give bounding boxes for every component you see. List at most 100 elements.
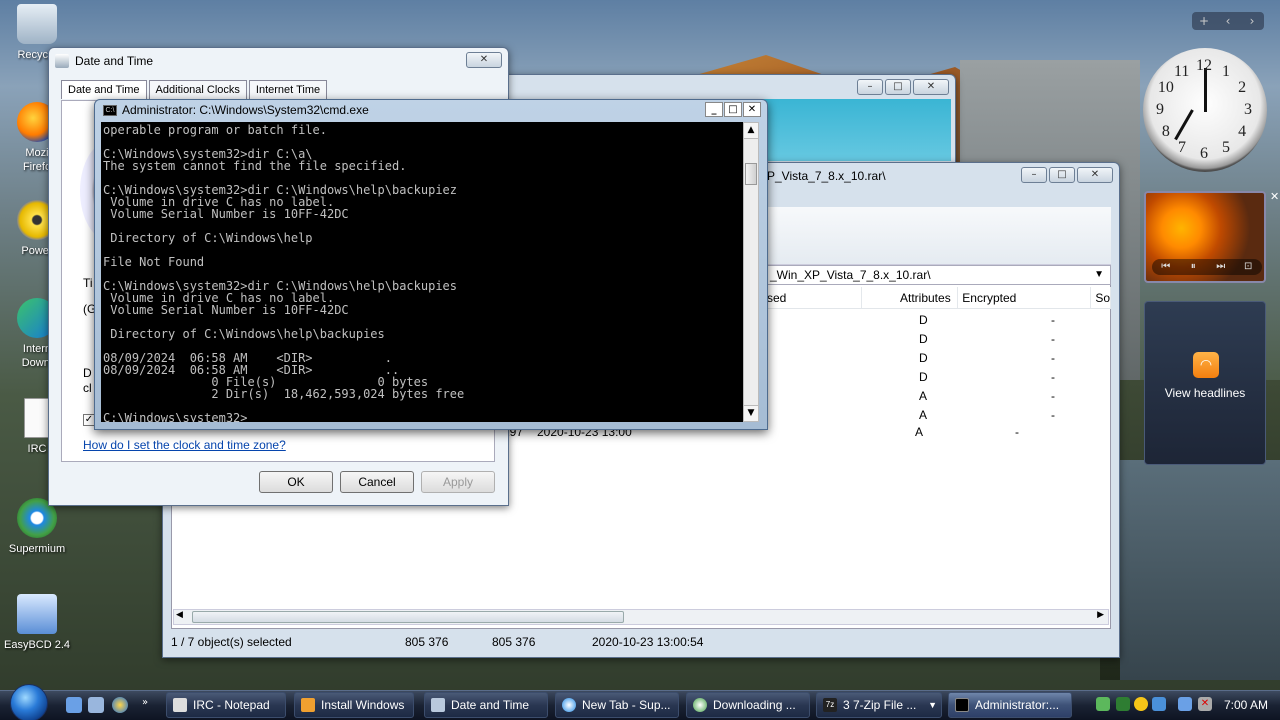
start-button[interactable]: [10, 684, 48, 720]
next-icon[interactable]: ›: [1240, 12, 1264, 30]
encrypted-cell: -: [1051, 370, 1055, 384]
apply-button[interactable]: Apply: [421, 471, 495, 493]
taskbar-button-downloading[interactable]: Downloading ...: [686, 692, 810, 718]
next-slide-icon[interactable]: ⏭: [1207, 259, 1235, 275]
pause-icon[interactable]: ⏸: [1180, 259, 1208, 275]
close-button[interactable]: ✕: [466, 52, 502, 68]
encrypted-cell: -: [1051, 389, 1055, 403]
clock-icon: [431, 698, 445, 712]
vertical-scrollbar[interactable]: ▲ ▼: [743, 122, 759, 422]
scroll-down-icon[interactable]: ▼: [744, 405, 758, 421]
help-link[interactable]: How do I set the clock and time zone?: [83, 438, 286, 452]
minimize-button[interactable]: –: [857, 79, 883, 95]
close-button[interactable]: ✕: [1077, 167, 1113, 183]
quick-launch-overflow-icon[interactable]: »: [142, 697, 152, 713]
column-header-size[interactable]: So: [1091, 287, 1111, 308]
table-row[interactable]: D-: [763, 368, 1111, 387]
switch-windows-icon[interactable]: [88, 697, 104, 713]
table-row[interactable]: D-: [763, 330, 1111, 349]
desktop-icon-easybcd[interactable]: EasyBCD 2.4: [0, 594, 74, 652]
taskbar-button-irc-notepad[interactable]: IRC - Notepad: [166, 692, 286, 718]
volume-muted-icon[interactable]: ✕: [1198, 697, 1212, 711]
close-icon[interactable]: ✕: [1270, 190, 1279, 203]
show-desktop-icon[interactable]: [66, 697, 82, 713]
maximize-button[interactable]: □: [1049, 167, 1075, 183]
clock-number: 2: [1238, 79, 1247, 96]
taskbar-button-administrator-cmd[interactable]: Administrator:...: [948, 692, 1072, 718]
file-rows: D- D- D- D- A- A-: [763, 311, 1111, 425]
close-button[interactable]: ✕: [743, 102, 761, 117]
column-header-attributes[interactable]: Attributes: [862, 287, 958, 308]
attribute-cell: D: [919, 313, 928, 327]
notepad-icon: [173, 698, 187, 712]
maximize-button[interactable]: □: [885, 79, 911, 95]
chevron-down-icon[interactable]: ▼: [1094, 266, 1104, 284]
add-gadget-icon[interactable]: +: [1192, 12, 1216, 30]
dialog-title: Date and Time: [75, 54, 154, 68]
desktop-icon-supermium[interactable]: Supermium: [0, 498, 74, 556]
network-tray-icon[interactable]: [1096, 697, 1110, 711]
close-button[interactable]: ✕: [913, 79, 949, 95]
cmd-title: Administrator: C:\Windows\System32\cmd.e…: [122, 103, 369, 117]
column-header-used[interactable]: sed: [763, 287, 863, 308]
encrypted-cell: -: [1015, 425, 1019, 439]
previous-icon[interactable]: ‹: [1216, 12, 1240, 30]
feeds-label[interactable]: View headlines: [1145, 386, 1265, 400]
path-field[interactable]: _Win_XP_Vista_7_8.x_10.rar\ ▼: [763, 265, 1111, 285]
cmd-window[interactable]: C:\ Administrator: C:\Windows\System32\c…: [94, 99, 768, 430]
console-output[interactable]: operable program or batch file. C:\Windo…: [101, 122, 743, 422]
scroll-right-icon[interactable]: ▶: [1097, 610, 1104, 620]
clock-number: 9: [1156, 101, 1164, 118]
view-icon[interactable]: ⊡: [1235, 259, 1263, 275]
minimize-button[interactable]: _: [705, 102, 723, 117]
console-line: Directory of C:\Windows\help\backupies: [103, 327, 385, 341]
sidebar-controls: + ‹ ›: [1192, 12, 1264, 30]
clock-gadget[interactable]: 12 1 2 3 4 5 6 7 8 9 10 11: [1143, 48, 1267, 172]
scroll-thumb[interactable]: [192, 611, 624, 623]
maximize-button[interactable]: □: [724, 102, 742, 117]
attribute-cell: D: [919, 332, 928, 346]
attribute-cell: D: [919, 351, 928, 365]
taskbar-button-new-tab[interactable]: New Tab - Sup...: [555, 692, 679, 718]
tab-date-time[interactable]: Date and Time: [61, 80, 147, 99]
minimize-button[interactable]: –: [1021, 167, 1047, 183]
display-tray-icon[interactable]: [1178, 697, 1192, 711]
browser-icon: [562, 698, 576, 712]
scroll-left-icon[interactable]: ◀: [176, 610, 183, 620]
tab-additional-clocks[interactable]: Additional Clocks: [148, 80, 247, 99]
ok-button[interactable]: OK: [259, 471, 333, 493]
table-row[interactable]: D-: [763, 349, 1111, 368]
label-fragment: cl: [83, 381, 92, 395]
table-row[interactable]: A-: [763, 406, 1111, 425]
column-header-encrypted[interactable]: Encrypted: [958, 287, 1092, 308]
console-line: File Not Found: [103, 255, 205, 269]
scroll-up-icon[interactable]: ▲: [744, 123, 758, 139]
security-tray-icon[interactable]: [1134, 697, 1148, 711]
table-row[interactable]: A-: [763, 387, 1111, 406]
update-tray-icon[interactable]: [1116, 697, 1130, 711]
taskbar-clock[interactable]: 7:00 AM: [1220, 690, 1272, 720]
window-controls: – □ ✕: [857, 79, 949, 95]
slideshow-gadget[interactable]: ⏮ ⏸ ⏭ ⊡: [1144, 191, 1266, 283]
clock-number: 10: [1157, 79, 1174, 96]
previous-slide-icon[interactable]: ⏮: [1152, 259, 1180, 275]
table-row[interactable]: D-: [763, 311, 1111, 330]
taskbar-button-7zip-group[interactable]: 7z 3 7-Zip File ... ▼: [816, 692, 942, 718]
horizontal-scrollbar[interactable]: ◀ ▶: [173, 609, 1109, 625]
cmd-titlebar: C:\ Administrator: C:\Windows\System32\c…: [95, 100, 767, 120]
taskbar-label: Install Windows: [321, 698, 405, 712]
attribute-cell: A: [915, 425, 924, 439]
cancel-button[interactable]: Cancel: [340, 471, 414, 493]
rss-icon: ◠: [1193, 352, 1219, 378]
tab-internet-time[interactable]: Internet Time: [248, 80, 328, 99]
taskbar-button-install-windows[interactable]: Install Windows: [294, 692, 414, 718]
power-tray-icon[interactable]: [1152, 697, 1166, 711]
taskbar-label: New Tab - Sup...: [582, 698, 671, 712]
scroll-thumb[interactable]: [745, 163, 757, 185]
internet-explorer-icon[interactable]: [112, 697, 128, 713]
feeds-gadget[interactable]: ◠ View headlines: [1144, 301, 1266, 465]
label-fragment: D: [83, 366, 92, 380]
taskbar-button-date-time[interactable]: Date and Time: [424, 692, 548, 718]
console-line: operable program or batch file.: [103, 123, 327, 137]
attribute-cell: D: [919, 370, 928, 384]
